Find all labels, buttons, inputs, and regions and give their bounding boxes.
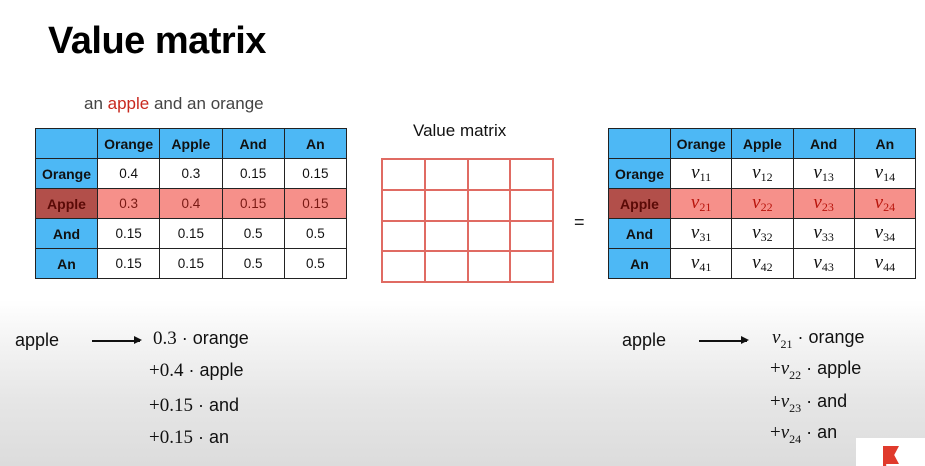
value-matrix-label: Value matrix <box>413 121 507 140</box>
left-formula-term: 0.3 · orange <box>153 328 249 349</box>
sentence-pre: an <box>84 94 108 113</box>
table-cell: v24 <box>853 188 917 219</box>
table-cell: v22 <box>731 188 794 219</box>
table-cell: v32 <box>731 218 794 249</box>
table-corner <box>35 128 98 159</box>
slide-title: Value matrix <box>48 20 266 62</box>
row-header: Apple <box>608 188 671 219</box>
table-cell: 0.15 <box>283 188 348 219</box>
table-cell: 0.15 <box>159 218 223 249</box>
table-cell: 0.15 <box>159 248 223 279</box>
table-row: An 0.15 0.15 0.5 0.5 <box>35 248 348 279</box>
table-cell: v14 <box>853 158 917 189</box>
table-cell: 0.3 <box>159 158 223 189</box>
right-formula-term: +v22 · apple <box>770 358 862 382</box>
table-cell: 0.15 <box>283 158 348 189</box>
table-row-highlighted: Apple v21 v22 v23 v24 <box>608 188 917 219</box>
column-header: An <box>283 128 348 159</box>
row-header: And <box>35 218 98 249</box>
sentence-post: and an orange <box>149 94 264 113</box>
example-sentence: an apple and an orange <box>84 94 264 114</box>
table-cell: v12 <box>731 158 794 189</box>
row-header: Orange <box>608 158 671 189</box>
right-formula-word: apple <box>622 330 667 350</box>
table-cell: v11 <box>669 158 733 189</box>
table-cell: v42 <box>731 248 794 279</box>
table-cell: v34 <box>853 218 917 249</box>
left-formula-term: +0.15 · an <box>149 427 229 448</box>
column-header: And <box>792 128 855 159</box>
table-cell: 0.5 <box>283 248 348 279</box>
table-cell: 0.15 <box>221 188 285 219</box>
table-cell: v23 <box>792 188 855 219</box>
attention-weights-table: Orange Apple And An Orange 0.4 0.3 0.15 … <box>35 128 348 279</box>
column-header: Apple <box>731 128 794 159</box>
flag-icon <box>856 438 925 466</box>
left-formula-term: +0.4 · apple <box>149 360 244 381</box>
table-cell: v43 <box>792 248 855 279</box>
row-header: Apple <box>35 188 98 219</box>
right-formula-term: +v24 · an <box>770 422 838 446</box>
table-cell: 0.15 <box>221 158 285 189</box>
table-row: Orange 0.4 0.3 0.15 0.15 <box>35 158 348 189</box>
left-formula-word: apple <box>15 330 60 350</box>
column-header: And <box>221 128 285 159</box>
table-cell: v44 <box>853 248 917 279</box>
table-cell: v33 <box>792 218 855 249</box>
right-formula-term: v21 · orange <box>772 327 865 351</box>
table-row: Orange v11 v12 v13 v14 <box>608 158 917 189</box>
table-cell: v31 <box>669 218 733 249</box>
table-cell: 0.5 <box>283 218 348 249</box>
column-header: Orange <box>96 128 161 159</box>
table-cell: v41 <box>669 248 733 279</box>
table-cell: 0.15 <box>96 218 161 249</box>
table-row: And 0.15 0.15 0.5 0.5 <box>35 218 348 249</box>
right-formula-term: +v23 · and <box>770 391 848 415</box>
row-header: An <box>35 248 98 279</box>
table-cell: 0.15 <box>96 248 161 279</box>
row-header: An <box>608 248 671 279</box>
left-formula-term: +0.15 · and <box>149 395 240 416</box>
table-cell: 0.3 <box>96 188 161 219</box>
equals-sign: = <box>574 212 585 232</box>
table-cell: v21 <box>669 188 733 219</box>
column-header: An <box>853 128 917 159</box>
table-cell: 0.4 <box>159 188 223 219</box>
column-header: Orange <box>669 128 733 159</box>
table-row: An v41 v42 v43 v44 <box>608 248 917 279</box>
row-header: Orange <box>35 158 98 189</box>
table-row: And v31 v32 v33 v34 <box>608 218 917 249</box>
sentence-highlight: apple <box>107 94 150 113</box>
right-arrow-icon <box>699 337 749 343</box>
right-arrow-icon <box>92 337 142 343</box>
row-header: And <box>608 218 671 249</box>
column-header: Apple <box>159 128 223 159</box>
table-cell: 0.5 <box>221 248 285 279</box>
result-table: Orange Apple And An Orange v11 v12 v13 v… <box>608 128 917 279</box>
table-cell: 0.4 <box>96 158 161 189</box>
table-cell: 0.5 <box>221 218 285 249</box>
table-cell: v13 <box>792 158 855 189</box>
table-corner <box>608 128 671 159</box>
value-matrix-grid <box>381 158 554 283</box>
table-row-highlighted: Apple 0.3 0.4 0.15 0.15 <box>35 188 348 219</box>
